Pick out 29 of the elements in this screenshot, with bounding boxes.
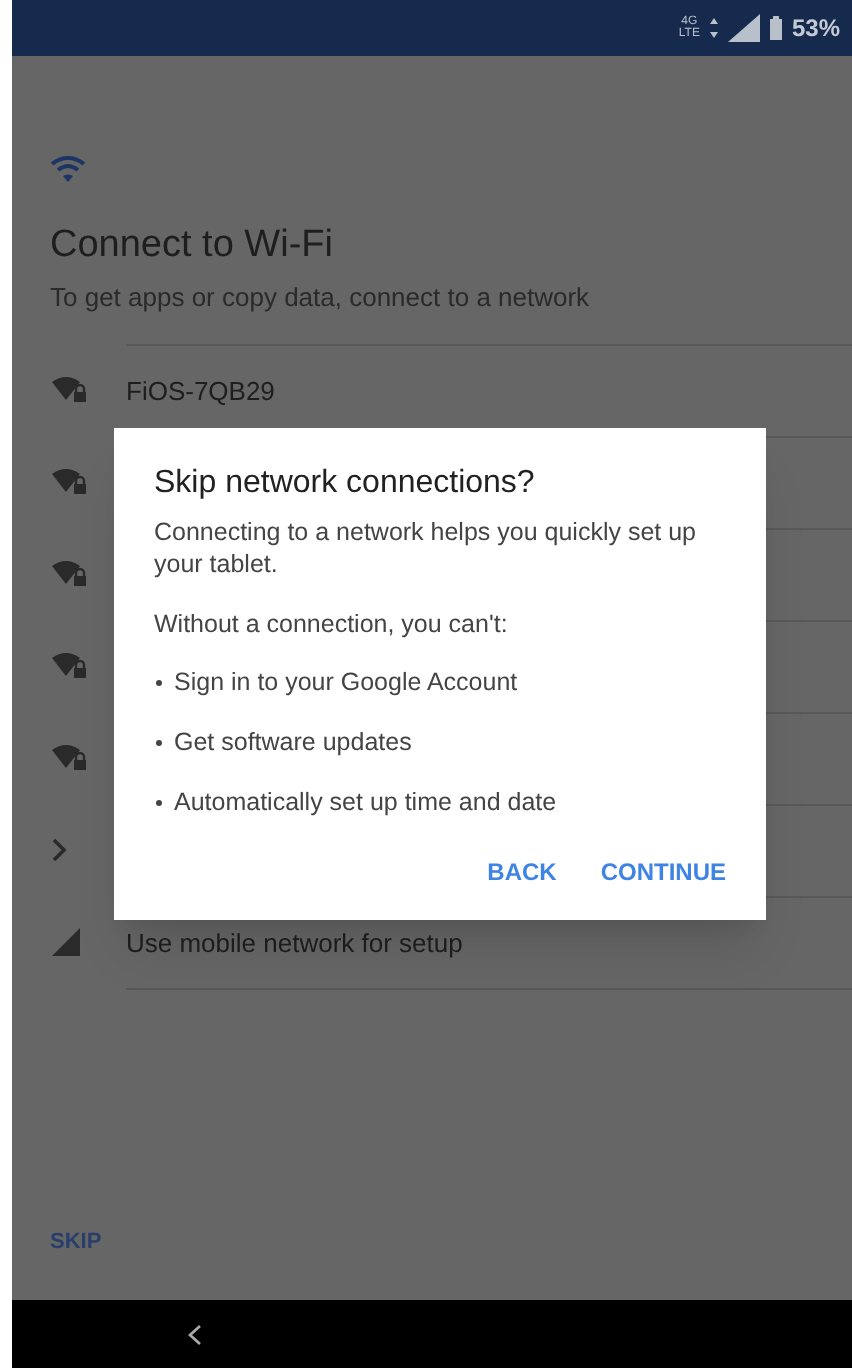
back-icon[interactable] bbox=[188, 1323, 202, 1345]
data-arrows-icon bbox=[709, 18, 718, 38]
cellular-signal-icon bbox=[52, 928, 80, 957]
bullet-icon bbox=[156, 679, 162, 685]
bullet-icon bbox=[156, 799, 162, 805]
skip-button[interactable]: SKIP bbox=[50, 1226, 102, 1259]
dialog-message: Connecting to a network helps you quickly set up your tablet. bbox=[154, 516, 698, 580]
battery-icon bbox=[769, 16, 782, 40]
signal-icon bbox=[727, 14, 760, 42]
bullet-item: Get software updates bbox=[174, 726, 412, 758]
bullet-item: Sign in to your Google Account bbox=[174, 666, 518, 698]
dialog-title: Skip network connections? bbox=[154, 464, 537, 504]
wifi-lock-icon bbox=[52, 744, 88, 773]
wifi-lock-icon bbox=[52, 376, 88, 405]
network-name: FiOS-7QB29 bbox=[126, 374, 275, 410]
wifi-lock-icon bbox=[52, 468, 88, 497]
wifi-icon bbox=[50, 156, 86, 182]
dialog-button[interactable]: CONTINUE bbox=[600, 854, 726, 890]
battery-percentage: 53% bbox=[791, 12, 840, 46]
chevron-right-icon bbox=[52, 838, 68, 863]
bullet-item: Automatically set up time and date bbox=[174, 786, 557, 818]
network-name: Use mobile network for setup bbox=[126, 926, 463, 962]
page-subtitle: To get apps or copy data, connect to a network bbox=[48, 279, 592, 316]
page-title: Connect to Wi-Fi bbox=[48, 222, 335, 270]
wifi-lock-icon bbox=[52, 652, 88, 681]
dialog-button[interactable]: BACK bbox=[487, 854, 557, 890]
bullet-icon bbox=[156, 739, 162, 745]
wifi-lock-icon bbox=[52, 560, 88, 589]
dialog-intro: Without a connection, you can't: bbox=[154, 608, 510, 640]
